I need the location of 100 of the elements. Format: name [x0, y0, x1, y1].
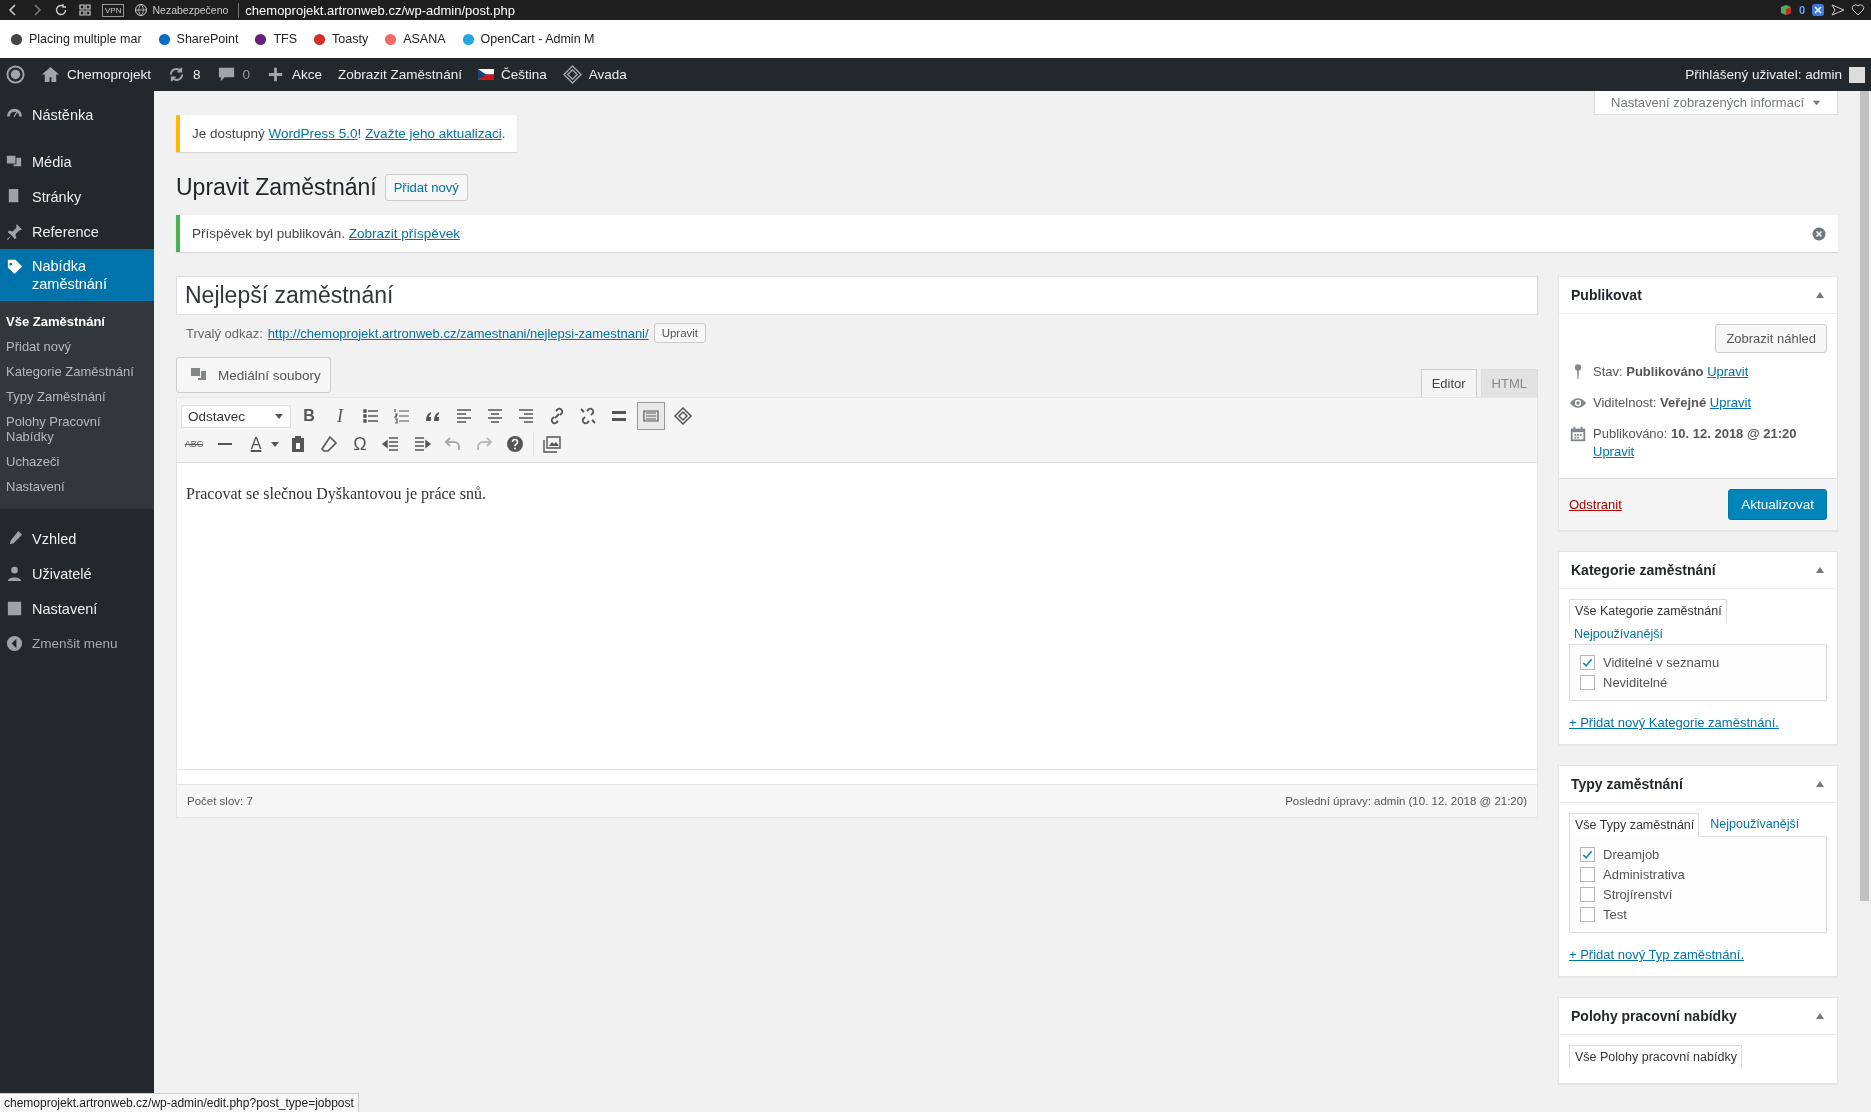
delete-link[interactable]: Odstranit — [1569, 497, 1622, 512]
heart-icon[interactable] — [1851, 3, 1865, 17]
checkbox-label: Administrativa — [1603, 867, 1685, 882]
collapse-icon[interactable] — [1815, 565, 1825, 575]
home-icon — [41, 65, 60, 84]
sidebar-item[interactable]: Vzhled — [0, 521, 154, 556]
view-link[interactable]: Zobrazit Zaměstnání — [338, 67, 462, 82]
caret-icon — [274, 411, 284, 421]
update-button[interactable]: Aktualizovat — [1728, 489, 1827, 520]
user-greeting[interactable]: Přihlášený uživatel: admin — [1685, 67, 1842, 82]
calendar-icon — [1569, 425, 1587, 443]
keyboard-icon[interactable] — [637, 402, 665, 430]
sidebar-item[interactable]: Nastavení — [0, 591, 154, 626]
preview-button[interactable]: Zobrazit náhled — [1715, 324, 1827, 353]
bookmark-link[interactable]: ASANA — [403, 32, 446, 46]
text-color-button[interactable]: A — [243, 435, 269, 453]
submenu-item[interactable]: Typy Zaměstnání — [0, 384, 154, 409]
submenu-item[interactable]: Kategorie Zaměstnání — [0, 359, 154, 384]
add-term-link[interactable]: + Přidat nový Kategorie zaměstnání. — [1569, 715, 1779, 730]
box-title: Kategorie zaměstnání — [1571, 562, 1716, 578]
checkbox[interactable] — [1580, 675, 1595, 690]
add-new-button[interactable]: Přidat nový — [384, 174, 468, 201]
checkbox[interactable] — [1580, 867, 1595, 882]
permalink-link[interactable]: http://chemoprojekt.artronweb.cz/zamestnani/nejlepsi-zamestnani/ — [267, 325, 649, 341]
checkbox[interactable] — [1580, 847, 1595, 862]
collapse-icon[interactable] — [1815, 1011, 1825, 1021]
box-title: Polohy pracovní nabídky — [1571, 1008, 1737, 1024]
italic-button[interactable]: I — [327, 405, 353, 427]
title-input[interactable]: Nejlepší zaměstnání — [176, 276, 1538, 315]
wordpress-logo-icon[interactable] — [6, 65, 25, 84]
close-icon[interactable] — [1812, 226, 1826, 241]
language-link[interactable]: Čeština — [500, 67, 547, 82]
checkbox-label: Dreamjob — [1603, 847, 1660, 862]
checkbox-label: Viditelné v seznamu — [1603, 655, 1720, 670]
cube-icon[interactable] — [1778, 3, 1793, 17]
edit-link[interactable]: Upravit — [1707, 364, 1749, 379]
theme-link[interactable]: Avada — [588, 67, 627, 82]
bold-button[interactable]: B — [296, 407, 322, 425]
comments-count[interactable]: 0 — [242, 67, 251, 82]
bookmark-link[interactable]: TFS — [273, 32, 297, 46]
sidebar-item[interactable]: Uživatelé — [0, 556, 154, 591]
checkbox[interactable] — [1580, 655, 1595, 670]
taxonomy-tab[interactable]: Vše Typy zaměstnání — [1569, 813, 1700, 837]
edit-link[interactable]: Upravit — [1709, 395, 1752, 410]
editor-content[interactable]: Pracovat se slečnou Dyškantovou je práce snů. — [177, 463, 1537, 770]
edit-permalink-button[interactable]: Upravit — [653, 323, 707, 343]
bookmark-link[interactable]: SharePoint — [176, 32, 239, 46]
box-title: Typy zaměstnání — [1571, 776, 1683, 792]
site-name-link[interactable]: Chemoprojekt — [67, 67, 152, 82]
status-url: chemoprojekt.artronweb.cz/wp-admin/edit.php?post_type=jobpost — [0, 1093, 359, 1112]
submenu-item[interactable]: Polohy Pracovní Nabídky — [0, 409, 154, 449]
send-icon[interactable] — [1831, 3, 1845, 17]
avatar-icon[interactable] — [1849, 66, 1865, 83]
editor-tab[interactable]: Editor — [1420, 369, 1477, 397]
submenu-item[interactable]: Vše Zaměstnání — [0, 309, 154, 334]
tag-icon — [5, 257, 24, 276]
submenu-item[interactable]: Nastavení — [0, 474, 154, 499]
add-media-button[interactable]: Mediální soubory — [176, 357, 331, 393]
taxonomy-tab[interactable]: Nejpoužívanější — [1569, 623, 1667, 645]
updates-count[interactable]: 8 — [193, 67, 201, 82]
collapse-menu-button[interactable]: Zmenšit menu — [0, 626, 154, 661]
bookmark-link[interactable]: Toasty — [332, 32, 369, 46]
extension-icon[interactable] — [1811, 3, 1825, 17]
submenu-item[interactable]: Uchazeči — [0, 449, 154, 474]
strikethrough-button[interactable]: ABC — [181, 439, 207, 449]
sidebar-item[interactable]: Nabídka zaměstnání — [0, 249, 154, 301]
new-menu-link[interactable]: Akce — [292, 67, 323, 82]
sidebar-item[interactable]: Nástěnka — [0, 97, 154, 132]
permalink-label: Trvalý odkaz: — [186, 325, 263, 341]
pin-icon — [5, 222, 24, 241]
sidebar-item[interactable]: Stránky — [0, 179, 154, 214]
submenu-item[interactable]: Přidat nový — [0, 334, 154, 359]
sidebar-item[interactable]: Reference — [0, 214, 154, 249]
wordpress-version-link[interactable]: WordPress 5.0 — [268, 126, 358, 141]
caret-icon[interactable] — [270, 439, 280, 449]
publish-info: Publikováno: 10. 12. 2018 @ 21:20 Upravit — [1593, 425, 1798, 461]
checkbox[interactable] — [1580, 907, 1595, 922]
sidebar-item[interactable]: Média — [0, 144, 154, 179]
add-term-link[interactable]: + Přidat nový Typ zaměstnání. — [1569, 947, 1744, 962]
update-link[interactable]: Zvažte jeho aktualizaci — [365, 126, 502, 141]
word-count: Počet slov: 7 — [187, 795, 253, 807]
bookmark-link[interactable]: OpenCart - Admin M — [480, 32, 595, 46]
view-post-link[interactable]: Zobrazit příspěvek — [348, 226, 460, 241]
collapse-icon[interactable] — [1815, 290, 1825, 300]
collapse-icon[interactable] — [1815, 779, 1825, 789]
security-label: Nezabezpečeno — [152, 4, 229, 16]
taxonomy-tab[interactable]: Vše Polohy pracovní nabídky — [1569, 1045, 1742, 1069]
screen-options-button[interactable]: Nastavení zobrazených informací — [1594, 91, 1838, 115]
bookmark-link[interactable]: Placing multiple mar — [29, 32, 142, 46]
edit-link[interactable]: Upravit — [1593, 444, 1635, 459]
globe-icon — [134, 3, 149, 17]
checkbox[interactable] — [1580, 887, 1595, 902]
vpn-badge[interactable]: VPN — [102, 3, 125, 17]
checkbox-label: Test — [1603, 907, 1627, 922]
taxonomy-tab[interactable]: Nejpoužívanější — [1705, 813, 1804, 837]
format-select[interactable]: Odstavec — [181, 404, 291, 428]
reload-icon[interactable] — [54, 3, 68, 17]
special-character-button[interactable]: Ω — [347, 433, 373, 455]
taxonomy-tab[interactable]: Vše Kategorie zaměstnání — [1569, 599, 1727, 623]
address-bar[interactable]: chemoprojekt.artronweb.cz/wp-admin/post.php — [238, 2, 515, 18]
